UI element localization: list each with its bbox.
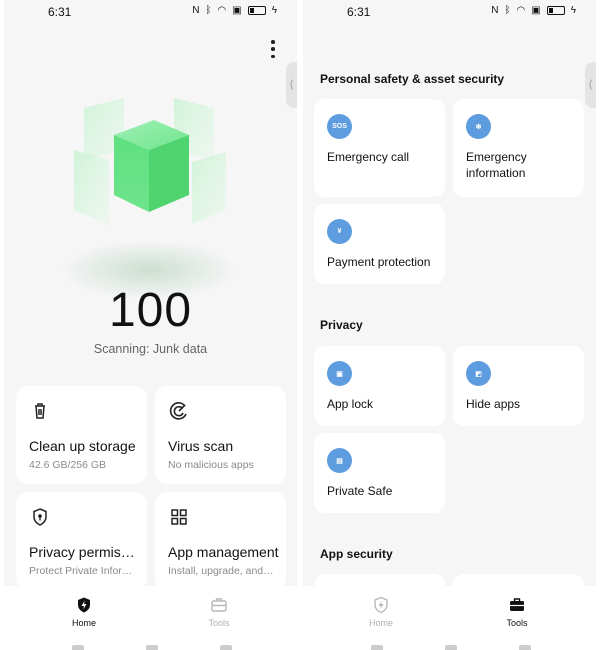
- status-bar: 6:31 N ᛒ ◠ ▣ ϟ: [4, 0, 297, 24]
- tile-label: Emergency information: [466, 149, 527, 181]
- security-score: 100: [108, 284, 193, 337]
- section-heading-app-security: App security: [320, 547, 393, 561]
- trash-icon: [35, 403, 45, 419]
- edge-panel-handle[interactable]: ⟨: [286, 62, 297, 108]
- privacy-permissions-card[interactable]: Privacy permissions Protect Private Info…: [16, 492, 147, 590]
- card-subtitle: Protect Private Information: [29, 565, 135, 577]
- shield-bolt-icon: [374, 596, 388, 614]
- shield-lock-icon: [33, 508, 47, 526]
- edge-panel-handle[interactable]: ⟨: [585, 62, 596, 108]
- toolbox-icon: [211, 598, 227, 612]
- card-title: Clean up storage: [29, 438, 136, 454]
- nav-home[interactable]: Home: [341, 596, 421, 628]
- bottom-navigation: Home Tools: [303, 586, 596, 650]
- toolbox-icon: [510, 598, 524, 611]
- nav-tools[interactable]: Tools: [179, 596, 259, 628]
- sos-icon: SOS: [327, 114, 352, 139]
- nav-tools-label: Tools: [506, 618, 528, 628]
- shield-currency-icon: ¥: [327, 219, 352, 244]
- virus-scan-card[interactable]: Virus scan No malicious apps: [155, 386, 286, 484]
- bluetooth-icon: ᛒ: [205, 5, 212, 16]
- nav-home[interactable]: Home: [44, 596, 124, 628]
- recents-button[interactable]: [72, 645, 84, 650]
- medical-star-icon: ✻: [466, 114, 491, 139]
- payment-protection-tile[interactable]: ¥ Payment protection: [314, 204, 445, 284]
- sim-icon: ▣: [232, 5, 242, 16]
- home-button[interactable]: [445, 645, 457, 650]
- emergency-call-tile[interactable]: SOS Emergency call: [314, 99, 445, 197]
- back-button[interactable]: [519, 645, 531, 650]
- charging-icon: ϟ: [570, 5, 576, 16]
- card-title: Virus scan: [168, 438, 234, 454]
- tile-label-line2: information: [466, 166, 526, 180]
- recents-button[interactable]: [371, 645, 383, 650]
- status-icons: N ᛒ ◠ ▣ ϟ: [192, 5, 277, 16]
- system-navigation-bar: [303, 640, 596, 650]
- charging-icon: ϟ: [271, 5, 277, 16]
- card-title: App management: [168, 544, 279, 560]
- nav-home-label: Home: [71, 618, 96, 628]
- security-cube-icon: [74, 98, 226, 225]
- card-title: Privacy permissions: [29, 544, 137, 560]
- status-time: 6:31: [347, 5, 371, 19]
- home-screen: 6:31 N ᛒ ◠ ▣ ϟ ⟨ 100 Scanning: Junk data…: [4, 0, 297, 650]
- wifi-icon: ◠: [217, 5, 227, 16]
- scan-status: Scanning: Junk data: [93, 342, 208, 356]
- bluetooth-icon: ᛒ: [504, 5, 511, 16]
- bottom-navigation: Home Tools: [4, 586, 297, 650]
- radar-icon: [169, 402, 187, 420]
- nfc-icon: N: [491, 5, 499, 16]
- app-lock-tile[interactable]: ▣ App lock: [314, 346, 445, 426]
- app-management-card[interactable]: App management Install, upgrade, and uni…: [155, 492, 286, 590]
- grid-icon: [171, 509, 187, 525]
- private-safe-tile[interactable]: ▤ Private Safe: [314, 433, 445, 513]
- nfc-icon: N: [192, 5, 200, 16]
- nav-home-label: Home: [368, 618, 393, 628]
- tile-label-line1: Emergency: [466, 150, 527, 164]
- tools-screen: 6:31 N ᛒ ◠ ▣ ϟ ⟨ Personal safety & asset…: [303, 0, 596, 650]
- section-heading-privacy: Privacy: [320, 318, 363, 332]
- battery-icon: [546, 6, 565, 15]
- safe-icon: ▤: [327, 448, 352, 473]
- status-time: 6:31: [48, 5, 72, 19]
- hide-icon: ◩: [466, 361, 491, 386]
- tile-label: Private Safe: [327, 484, 393, 498]
- lock-icon: ▣: [327, 361, 352, 386]
- status-bar: 6:31 N ᛒ ◠ ▣ ϟ: [303, 0, 596, 24]
- battery-icon: [247, 6, 266, 15]
- tile-label: Emergency call: [327, 150, 410, 164]
- hide-apps-tile[interactable]: ◩ Hide apps: [453, 346, 584, 426]
- card-subtitle: No malicious apps: [168, 459, 254, 471]
- more-options-icon[interactable]: [271, 40, 275, 58]
- tile-label: App lock: [327, 397, 374, 411]
- section-heading-safety: Personal safety & asset security: [320, 72, 505, 86]
- tile-label: Payment protection: [327, 255, 431, 269]
- sim-icon: ▣: [531, 5, 541, 16]
- back-button[interactable]: [220, 645, 232, 650]
- system-navigation-bar: [4, 640, 297, 650]
- clean-up-storage-card[interactable]: Clean up storage 42.6 GB/256 GB: [16, 386, 147, 484]
- tile-label: Hide apps: [466, 397, 521, 411]
- nav-tools-label: Tools: [208, 618, 230, 628]
- card-subtitle: Install, upgrade, and uninstall: [168, 565, 274, 577]
- emergency-information-tile[interactable]: ✻ Emergency information: [453, 99, 584, 197]
- card-subtitle: 42.6 GB/256 GB: [29, 459, 107, 471]
- status-icons: N ᛒ ◠ ▣ ϟ: [491, 5, 576, 16]
- home-button[interactable]: [146, 645, 158, 650]
- shield-bolt-icon: [78, 597, 90, 613]
- wifi-icon: ◠: [516, 5, 526, 16]
- nav-tools[interactable]: Tools: [477, 596, 557, 628]
